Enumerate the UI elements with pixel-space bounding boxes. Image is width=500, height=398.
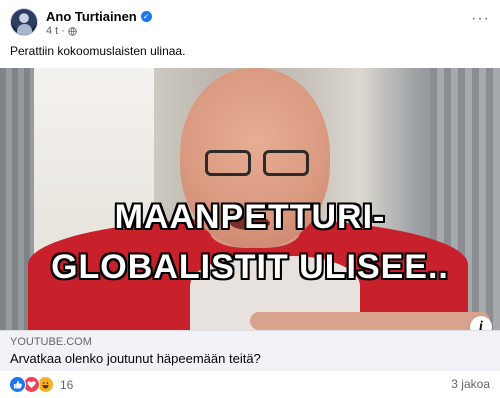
author-avatar[interactable]	[10, 8, 38, 36]
link-title: Arvatkaa olenko joutunut häpeemään teitä…	[10, 351, 261, 366]
person-hands	[250, 312, 490, 330]
author-row: Ano Turtiainen ✓	[46, 9, 152, 24]
video-overlay-text-line2: GLOBALISTIT ULISEE..	[51, 248, 449, 286]
post-footer: 16 3 jakoa	[0, 371, 500, 398]
post-options-menu-icon[interactable]: ···	[471, 10, 490, 28]
reaction-count: 16	[60, 377, 74, 392]
post-header: Ano Turtiainen ✓ 4 t · ···	[0, 0, 500, 40]
author-name[interactable]: Ano Turtiainen	[46, 9, 137, 24]
post-timestamp[interactable]: 4 t	[46, 25, 58, 37]
link-preview-card[interactable]: YOUTUBE.COM Arvatkaa olenko joutunut häp…	[0, 330, 500, 371]
reactions-summary[interactable]: 16	[9, 376, 73, 393]
verified-badge-icon: ✓	[140, 11, 152, 22]
video-overlay-text-line1: MAANPETTURI-	[114, 198, 386, 236]
video-thumbnail[interactable]: MAANPETTURI- GLOBALISTIT ULISEE.. i	[0, 68, 500, 330]
link-domain: YOUTUBE.COM	[10, 336, 92, 348]
post-meta: 4 t ·	[46, 25, 77, 37]
facebook-post: Ano Turtiainen ✓ 4 t · ··· Perattiin kok…	[0, 0, 500, 398]
separator-dot: ·	[61, 25, 65, 37]
like-reaction-icon	[9, 376, 26, 393]
person-glasses	[205, 150, 317, 178]
globe-icon	[68, 26, 77, 36]
post-caption: Perattiin kokoomuslaisten ulinaa.	[10, 44, 186, 58]
share-count[interactable]: 3 jakoa	[451, 377, 490, 391]
